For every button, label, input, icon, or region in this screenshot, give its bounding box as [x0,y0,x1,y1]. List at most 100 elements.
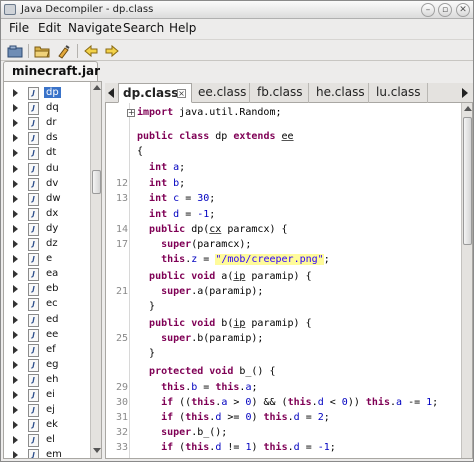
close-icon[interactable]: ✕ [456,3,470,17]
expand-arrow-icon[interactable] [13,270,18,279]
tree-item[interactable]: Jdw [4,192,90,207]
expand-arrow-icon[interactable] [13,345,18,354]
code-line: } [137,301,156,312]
tree-item[interactable]: Jeb [4,282,90,297]
expand-arrow-icon[interactable] [13,179,18,188]
expand-arrow-icon[interactable] [13,119,18,128]
expand-arrow-icon[interactable] [13,134,18,143]
tree-item[interactable]: Jem [4,448,90,459]
expand-arrow-icon[interactable] [13,224,18,233]
scroll-up-icon[interactable] [464,106,472,111]
toolbar-separator [28,44,29,58]
line-number: 12 [115,178,128,189]
tree-item[interactable]: Jdx [4,207,90,222]
tree-item[interactable]: Jec [4,297,90,312]
menu-edit[interactable]: Edit [38,21,61,35]
tab-he-class[interactable]: he.class [312,83,369,103]
tree-scroll-thumb[interactable] [92,170,101,194]
class-file-icon: J [28,313,39,327]
expand-arrow-icon[interactable] [13,360,18,369]
tree-item[interactable]: Jdt [4,146,90,161]
tree-item[interactable]: Jdy [4,222,90,237]
tab-lu-class[interactable]: lu.class [372,83,428,103]
expand-arrow-icon[interactable] [13,421,18,430]
tree-item-label: dp [44,87,61,98]
tree-item[interactable]: Jef [4,343,90,358]
tree-item[interactable]: Jea [4,267,90,282]
tree-item[interactable]: Jei [4,388,90,403]
back-icon[interactable] [83,43,99,59]
expand-arrow-icon[interactable] [13,240,18,248]
tree-item[interactable]: Jdu [4,162,90,177]
search-icon[interactable] [56,43,72,59]
expand-arrow-icon[interactable] [13,300,18,309]
open-file-icon[interactable] [7,43,23,59]
maximize-icon[interactable]: ▫ [438,3,452,17]
line-number: 13 [115,193,128,204]
menu-file[interactable]: File [9,21,29,35]
expand-arrow-icon[interactable] [13,164,18,173]
tab-scroll-right-icon[interactable] [462,88,468,98]
open-folder-icon[interactable] [34,43,50,59]
expand-arrow-icon[interactable] [13,285,18,294]
tree-item-label: ef [46,343,56,355]
tree-item[interactable]: Jdr [4,116,90,131]
menu-help[interactable]: Help [169,21,196,35]
code-line: super.b_(); [161,427,228,438]
expand-arrow-icon[interactable] [13,209,18,218]
expand-arrow-icon[interactable] [13,391,18,399]
tree-item[interactable]: Jdq [4,101,90,116]
class-file-icon: J [28,177,39,191]
tree-item[interactable]: Jee [4,328,90,343]
menu-search[interactable]: Search [123,21,164,35]
expand-arrow-icon[interactable] [13,451,18,458]
tab-label: ee.class [198,85,247,99]
tab-fb-class[interactable]: fb.class [253,83,309,103]
tree-item[interactable]: Jds [4,131,90,146]
tree-item[interactable]: Jdv [4,177,90,192]
code-line: this.b = this.a; [161,382,258,393]
jar-tab[interactable]: minecraft.jar [3,61,100,81]
tree-item[interactable]: Jel [4,433,90,448]
expand-arrow-icon[interactable] [13,375,18,384]
close-tab-icon[interactable]: × [177,89,186,98]
expand-arrow-icon[interactable] [13,89,18,97]
tree-item-label: el [46,434,55,446]
tree-item[interactable]: Jek [4,418,90,433]
expand-arrow-icon[interactable] [13,194,18,203]
tree-item-label: ei [46,389,55,400]
tree-scrollbar[interactable] [90,82,101,458]
expand-arrow-icon[interactable] [13,330,18,339]
tree-item[interactable]: Jeg [4,358,90,373]
editor-scrollbar[interactable] [461,103,472,458]
tab-scroll-left-icon[interactable] [108,88,114,98]
scroll-down-icon[interactable] [93,448,101,453]
expand-arrow-icon[interactable] [13,436,18,445]
expand-arrow-icon[interactable] [13,406,18,415]
tree-item-label: em [46,449,62,459]
expand-arrow-icon[interactable] [13,255,18,264]
expand-arrow-icon[interactable] [13,315,18,324]
tab-dp-class[interactable]: dp.class × [118,83,192,103]
title-bar: Java Decompiler - dp.class – ▫ ✕ [1,1,473,19]
tree-item-label: dq [46,102,59,114]
tree-item[interactable]: Jej [4,403,90,418]
scroll-up-icon[interactable] [93,85,101,90]
expand-arrow-icon[interactable] [13,104,18,113]
code-editor[interactable]: + 12 13 14 17 21 25 29 30 31 32 33 impor… [105,103,473,459]
minimize-icon[interactable]: – [421,3,435,17]
tree-item[interactable]: Je [4,252,90,267]
toolbar [1,39,473,61]
editor-scroll-thumb[interactable] [463,117,472,245]
tree-item[interactable]: Jed [4,313,90,328]
toolbar-separator [77,44,78,58]
forward-icon[interactable] [104,43,120,59]
tree-item[interactable]: Jeh [4,373,90,388]
menu-navigate[interactable]: Navigate [68,21,122,35]
tree-item[interactable]: Jdz [4,237,90,252]
tab-ee-class[interactable]: ee.class [194,83,250,103]
tree-item[interactable]: Jdp [4,86,90,101]
code-line: super.b(paramip); [161,333,264,344]
expand-imports-icon[interactable]: + [127,109,135,117]
expand-arrow-icon[interactable] [13,149,18,158]
